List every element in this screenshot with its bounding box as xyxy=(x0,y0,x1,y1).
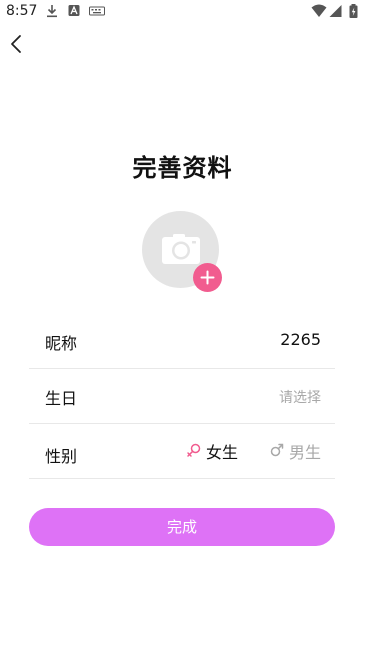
avatar-upload[interactable] xyxy=(142,211,222,292)
status-time: 8:57 xyxy=(6,3,38,19)
nickname-row[interactable]: 昵称 2265 xyxy=(29,313,335,369)
female-icon xyxy=(187,443,201,457)
gender-label: 性别 xyxy=(45,447,78,466)
birthday-picker[interactable]: 请选择 xyxy=(279,387,321,407)
back-arrow-icon xyxy=(11,35,21,53)
complete-button[interactable]: 完成 xyxy=(29,508,335,546)
battery-icon xyxy=(349,4,358,18)
plus-icon xyxy=(200,270,215,285)
male-icon xyxy=(270,443,284,457)
gender-row: 性别 女生 男生 xyxy=(29,423,335,479)
gender-option-female[interactable]: 女生 xyxy=(186,439,240,462)
a-icon xyxy=(68,5,80,16)
gender-option-male[interactable]: 男生 xyxy=(269,439,323,462)
nickname-value[interactable]: 2265 xyxy=(280,330,321,349)
camera-icon xyxy=(162,234,200,264)
status-bar: 8:57 xyxy=(0,0,365,24)
add-avatar-button[interactable] xyxy=(193,263,222,292)
birthday-label: 生日 xyxy=(45,389,78,408)
gender-option-male-label: 男生 xyxy=(289,443,322,462)
keyboard-icon xyxy=(89,6,105,16)
wifi-icon xyxy=(311,4,327,17)
page-title: 完善资料 xyxy=(132,154,233,182)
nickname-label: 昵称 xyxy=(45,334,78,353)
cellular-icon xyxy=(329,5,342,17)
download-icon xyxy=(47,5,57,18)
back-button[interactable] xyxy=(4,30,28,58)
birthday-row[interactable]: 生日 请选择 xyxy=(29,368,335,424)
gender-option-female-label: 女生 xyxy=(206,443,239,462)
